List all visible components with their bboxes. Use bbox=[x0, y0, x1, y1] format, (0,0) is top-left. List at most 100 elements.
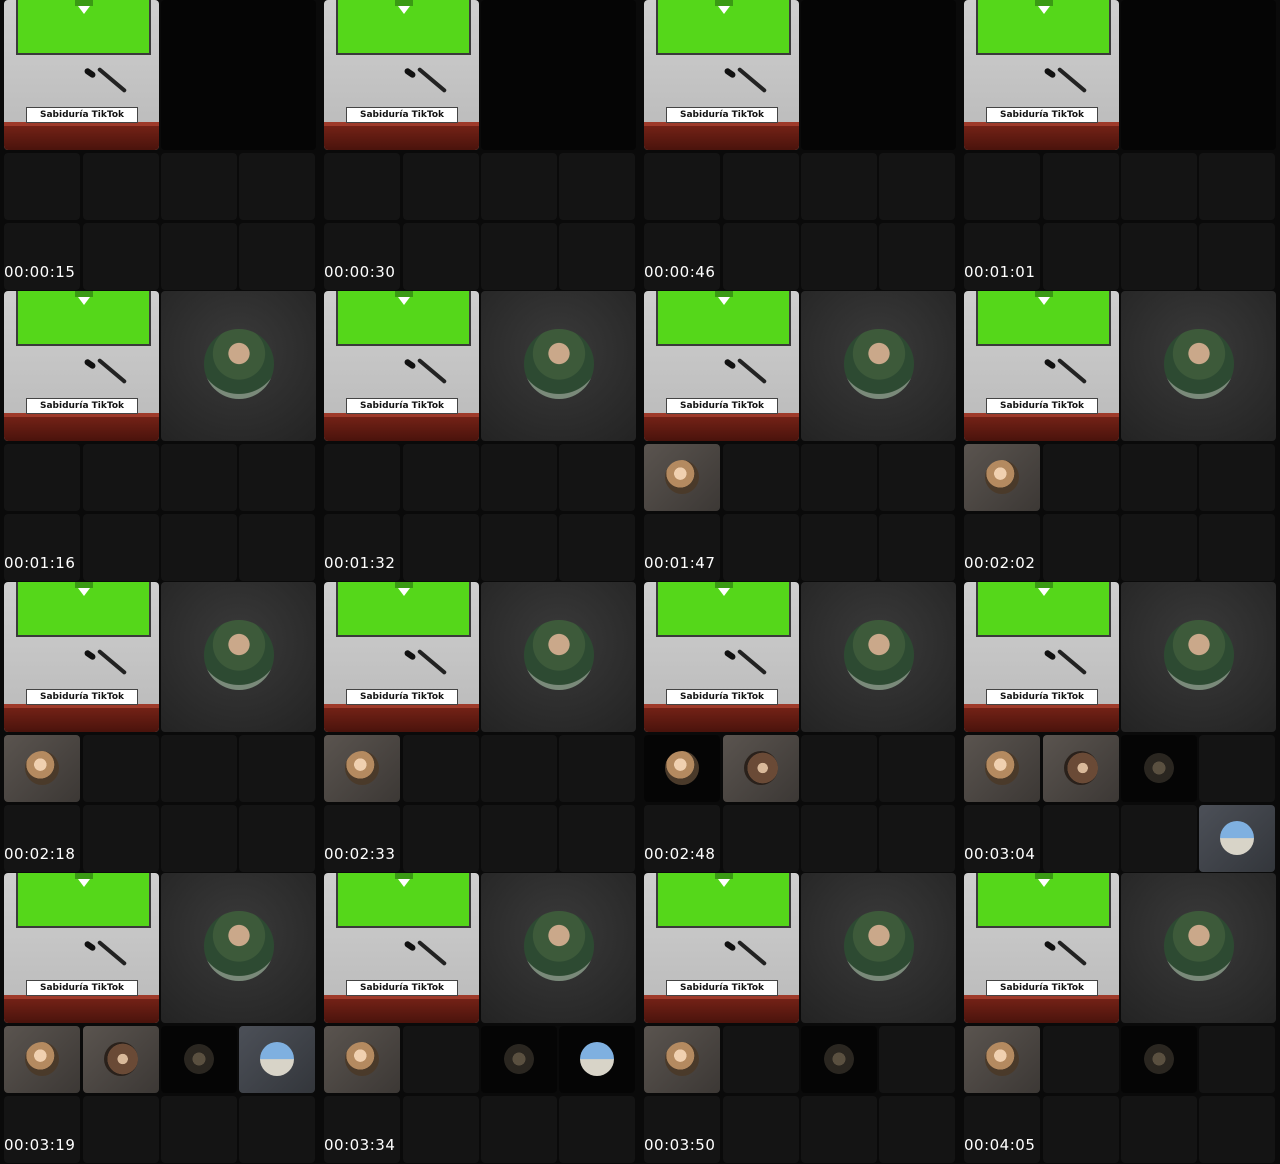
microphone-stand bbox=[1056, 66, 1088, 94]
podium bbox=[324, 704, 479, 732]
video-frame-thumbnail[interactable]: Sabiduría TikTok 00:01:47 bbox=[640, 291, 960, 582]
participant-avatar bbox=[1144, 1044, 1174, 1074]
video-frame-thumbnail[interactable]: Sabiduría TikTok 00:02:02 bbox=[960, 291, 1280, 582]
participant-tile[interactable] bbox=[1043, 735, 1119, 802]
empty-video-tile bbox=[559, 153, 635, 220]
participant-tile[interactable] bbox=[239, 1026, 315, 1093]
participant-tile[interactable] bbox=[1199, 805, 1275, 872]
participant-tile[interactable] bbox=[83, 1026, 159, 1093]
frame-timestamp: 00:01:01 bbox=[964, 263, 1036, 281]
podium bbox=[964, 704, 1119, 732]
microphone-stand bbox=[416, 66, 448, 94]
speaker-avatar bbox=[1164, 329, 1234, 399]
download-arrow-icon bbox=[1035, 873, 1053, 887]
video-frame-thumbnail[interactable]: Sabiduría TikTok 00:01:16 bbox=[0, 291, 320, 582]
empty-video-tile bbox=[801, 223, 877, 290]
participant-tile[interactable] bbox=[964, 735, 1040, 802]
green-screen bbox=[336, 291, 471, 346]
participant-tile[interactable] bbox=[324, 735, 400, 802]
video-frame-thumbnail[interactable]: Sabiduría TikTok 00:02:33 bbox=[320, 582, 640, 873]
video-frame-thumbnail[interactable]: Sabiduría TikTok 00:02:48 bbox=[640, 582, 960, 873]
participant-tile[interactable] bbox=[644, 444, 720, 511]
participant-tile[interactable] bbox=[161, 1026, 237, 1093]
podium-sign: Sabiduría TikTok bbox=[986, 107, 1098, 123]
empty-video-tile bbox=[1121, 514, 1197, 581]
podium-sign: Sabiduría TikTok bbox=[666, 980, 778, 996]
presenter-video: Sabiduría TikTok bbox=[324, 582, 479, 732]
podium bbox=[964, 413, 1119, 441]
green-screen bbox=[336, 873, 471, 928]
participant-tile[interactable] bbox=[964, 1026, 1040, 1093]
frame-timestamp: 00:01:32 bbox=[324, 554, 396, 572]
download-arrow-icon bbox=[395, 291, 413, 305]
video-frame-thumbnail[interactable]: Sabiduría TikTok 00:02:18 bbox=[0, 582, 320, 873]
video-frame-thumbnail[interactable]: Sabiduría TikTok 00:03:50 bbox=[640, 873, 960, 1164]
microphone-stand bbox=[736, 648, 768, 676]
empty-video-tile bbox=[801, 153, 877, 220]
participant-tile[interactable] bbox=[4, 735, 80, 802]
empty-video-tile bbox=[481, 1096, 557, 1163]
participant-avatar bbox=[25, 1042, 59, 1076]
empty-video-tile bbox=[403, 223, 479, 290]
podium-sign: Sabiduría TikTok bbox=[26, 107, 138, 123]
presenter-video: Sabiduría TikTok bbox=[964, 582, 1119, 732]
video-frame-thumbnail[interactable]: Sabiduría TikTok 00:03:04 bbox=[960, 582, 1280, 873]
video-frame-thumbnail[interactable]: Sabiduría TikTok 00:00:15 bbox=[0, 0, 320, 291]
empty-video-tile bbox=[1043, 444, 1119, 511]
microphone-icon bbox=[723, 940, 737, 952]
empty-video-tile bbox=[161, 735, 237, 802]
empty-video-tile bbox=[723, 153, 799, 220]
empty-video-tile bbox=[723, 223, 799, 290]
participant-tile[interactable] bbox=[964, 444, 1040, 511]
participant-tile[interactable] bbox=[801, 1026, 877, 1093]
video-frame-thumbnail[interactable]: Sabiduría TikTok 00:03:19 bbox=[0, 873, 320, 1164]
podium-sign: Sabiduría TikTok bbox=[666, 689, 778, 705]
podium-sign: Sabiduría TikTok bbox=[986, 689, 1098, 705]
participant-avatar bbox=[1220, 821, 1254, 855]
video-frame-thumbnail[interactable]: Sabiduría TikTok 00:04:05 bbox=[960, 873, 1280, 1164]
speaker-video-tile bbox=[801, 582, 956, 732]
empty-video-tile bbox=[403, 805, 479, 872]
frame-timestamp: 00:02:33 bbox=[324, 845, 396, 863]
download-arrow-icon bbox=[75, 873, 93, 887]
frame-timestamp: 00:03:34 bbox=[324, 1136, 396, 1154]
participant-tile[interactable] bbox=[1121, 735, 1197, 802]
video-frame-thumbnail[interactable]: Sabiduría TikTok 00:03:34 bbox=[320, 873, 640, 1164]
participant-tile[interactable] bbox=[481, 1026, 557, 1093]
empty-video-tile bbox=[559, 444, 635, 511]
speaker-video-tile bbox=[1121, 873, 1276, 1023]
participant-tile[interactable] bbox=[324, 1026, 400, 1093]
green-screen bbox=[336, 0, 471, 55]
green-screen bbox=[976, 0, 1111, 55]
video-frame-thumbnail[interactable]: Sabiduría TikTok 00:00:30 bbox=[320, 0, 640, 291]
empty-video-tile bbox=[1199, 514, 1275, 581]
participant-tile[interactable] bbox=[644, 1026, 720, 1093]
video-frame-thumbnail[interactable]: Sabiduría TikTok 00:01:01 bbox=[960, 0, 1280, 291]
podium-sign: Sabiduría TikTok bbox=[666, 398, 778, 414]
video-frame-thumbnail[interactable]: Sabiduría TikTok 00:01:32 bbox=[320, 291, 640, 582]
microphone-stand bbox=[1056, 357, 1088, 385]
green-screen bbox=[16, 873, 151, 928]
microphone-icon bbox=[83, 358, 97, 370]
participant-tile[interactable] bbox=[4, 1026, 80, 1093]
empty-video-tile bbox=[481, 223, 557, 290]
download-arrow-icon bbox=[75, 291, 93, 305]
podium bbox=[324, 413, 479, 441]
empty-video-tile bbox=[239, 514, 315, 581]
empty-video-tile bbox=[481, 0, 636, 150]
participant-tile[interactable] bbox=[723, 735, 799, 802]
frame-timestamp: 00:00:15 bbox=[4, 263, 76, 281]
empty-video-tile bbox=[403, 444, 479, 511]
participant-tile[interactable] bbox=[559, 1026, 635, 1093]
empty-video-tile bbox=[83, 223, 159, 290]
download-arrow-icon bbox=[75, 0, 93, 14]
speaker-video-tile bbox=[481, 582, 636, 732]
participant-tile[interactable] bbox=[644, 735, 720, 802]
presenter-video: Sabiduría TikTok bbox=[964, 873, 1119, 1023]
speaker-avatar bbox=[524, 911, 594, 981]
empty-video-tile bbox=[559, 805, 635, 872]
empty-video-tile bbox=[879, 1096, 955, 1163]
empty-video-tile bbox=[1199, 1096, 1275, 1163]
video-frame-thumbnail[interactable]: Sabiduría TikTok 00:00:46 bbox=[640, 0, 960, 291]
participant-tile[interactable] bbox=[1121, 1026, 1197, 1093]
